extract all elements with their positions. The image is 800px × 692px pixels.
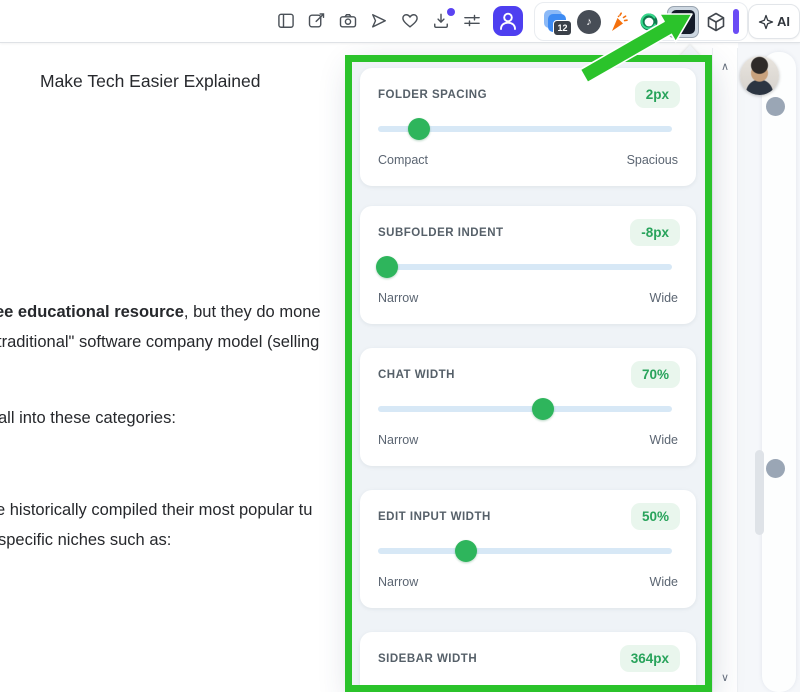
setting-value-badge: 2px bbox=[635, 81, 680, 108]
slider-rail bbox=[378, 406, 672, 412]
tune-icon[interactable] bbox=[462, 11, 482, 31]
setting-label: SIDEBAR WIDTH bbox=[378, 653, 477, 665]
slider-track[interactable] bbox=[378, 122, 672, 136]
scroll-down-arrow[interactable]: ∨ bbox=[713, 671, 737, 684]
body-text-line: e historically compiled their most popul… bbox=[0, 501, 312, 520]
cube-icon[interactable] bbox=[705, 11, 727, 33]
slider-thumb[interactable] bbox=[408, 118, 430, 140]
rail-dot-top[interactable] bbox=[766, 97, 785, 116]
slider-track[interactable] bbox=[378, 686, 672, 692]
compose-icon[interactable] bbox=[307, 11, 327, 31]
downloads-icon[interactable] bbox=[431, 11, 451, 31]
setting-card-edit-input-width: EDIT INPUT WIDTH 50% Narrow Wide bbox=[360, 490, 696, 608]
ai-button-label: AI bbox=[777, 14, 790, 29]
body-text-line: traditional" software company model (sel… bbox=[0, 333, 319, 352]
panel-scrollbar[interactable]: ∧ ∨ bbox=[712, 48, 738, 692]
rail-scrollbar-thumb[interactable] bbox=[755, 450, 764, 535]
body-bold-text: ee educational resource bbox=[0, 303, 184, 321]
music-extension-icon[interactable]: ♪ bbox=[577, 10, 601, 34]
setting-value-badge: 50% bbox=[631, 503, 680, 530]
party-popper-icon[interactable] bbox=[607, 10, 631, 34]
setting-label: SUBFOLDER INDENT bbox=[378, 227, 504, 239]
slider-max-label: Wide bbox=[650, 433, 678, 447]
slider-max-label: Spacious bbox=[627, 153, 678, 167]
body-regular-text: , but they do mone bbox=[184, 303, 321, 321]
downloads-badge-dot bbox=[447, 8, 455, 16]
theme-extension-art bbox=[671, 10, 695, 34]
body-text-line: ee educational resource, but they do mon… bbox=[0, 303, 321, 322]
page-title: Make Tech Easier Explained bbox=[40, 71, 261, 92]
slider-min-label: Compact bbox=[378, 153, 428, 167]
slider-track[interactable] bbox=[378, 260, 672, 274]
slider-thumb[interactable] bbox=[455, 540, 477, 562]
profile-button[interactable] bbox=[493, 6, 523, 36]
slider-min-label: Narrow bbox=[378, 433, 418, 447]
theme-extension-icon[interactable] bbox=[667, 6, 699, 38]
send-icon[interactable] bbox=[369, 11, 389, 31]
reading-list-icon[interactable] bbox=[276, 11, 296, 31]
body-text-line: all into these categories: bbox=[0, 409, 176, 428]
setting-card-chat-width: CHAT WIDTH 70% Narrow Wide bbox=[360, 348, 696, 466]
music-note-glyph: ♪ bbox=[586, 16, 592, 28]
setting-label: FOLDER SPACING bbox=[378, 89, 487, 101]
slider-thumb[interactable] bbox=[376, 256, 398, 278]
scroll-up-arrow[interactable]: ∧ bbox=[713, 60, 737, 73]
slider-max-label: Wide bbox=[650, 291, 678, 305]
ai-button[interactable]: AI bbox=[748, 4, 800, 39]
slider-min-label: Narrow bbox=[378, 575, 418, 589]
body-text-line: specific niches such as: bbox=[0, 531, 171, 550]
slider-rail bbox=[378, 548, 672, 554]
slider-min-label: Narrow bbox=[378, 291, 418, 305]
setting-value-badge: 70% bbox=[631, 361, 680, 388]
setting-card-folder-spacing: FOLDER SPACING 2px Compact Spacious bbox=[360, 68, 696, 186]
slider-track[interactable] bbox=[378, 402, 672, 416]
right-rail bbox=[738, 42, 800, 692]
setting-label: CHAT WIDTH bbox=[378, 369, 455, 381]
rail-dot-middle[interactable] bbox=[766, 459, 785, 478]
photo-stack-icon[interactable]: 12 bbox=[543, 8, 571, 36]
slider-thumb[interactable] bbox=[532, 398, 554, 420]
right-rail-strip bbox=[762, 52, 796, 692]
progress-ring-icon[interactable] bbox=[637, 10, 661, 34]
pinned-indicator-bar bbox=[733, 9, 739, 34]
screen: 12 ♪ bbox=[0, 0, 800, 692]
browser-toolbar: 12 ♪ bbox=[0, 0, 800, 43]
toolbar-left-group bbox=[276, 3, 523, 39]
camera-icon[interactable] bbox=[338, 11, 358, 31]
slider-rail bbox=[378, 264, 672, 270]
extension-settings-panel: FOLDER SPACING 2px Compact Spacious SUBF… bbox=[352, 56, 712, 692]
setting-card-subfolder-indent: SUBFOLDER INDENT -8px Narrow Wide bbox=[360, 206, 696, 324]
heart-icon[interactable] bbox=[400, 11, 420, 31]
extensions-group: 12 ♪ bbox=[534, 2, 748, 41]
user-avatar[interactable] bbox=[740, 56, 779, 95]
setting-value-badge: 364px bbox=[620, 645, 680, 672]
sparkle-icon bbox=[758, 14, 774, 30]
slider-max-label: Wide bbox=[650, 575, 678, 589]
setting-value-badge: -8px bbox=[630, 219, 680, 246]
tab-count-badge: 12 bbox=[553, 20, 572, 36]
slider-track[interactable] bbox=[378, 544, 672, 558]
setting-label: EDIT INPUT WIDTH bbox=[378, 511, 491, 523]
setting-card-sidebar-width: SIDEBAR WIDTH 364px bbox=[360, 632, 696, 692]
